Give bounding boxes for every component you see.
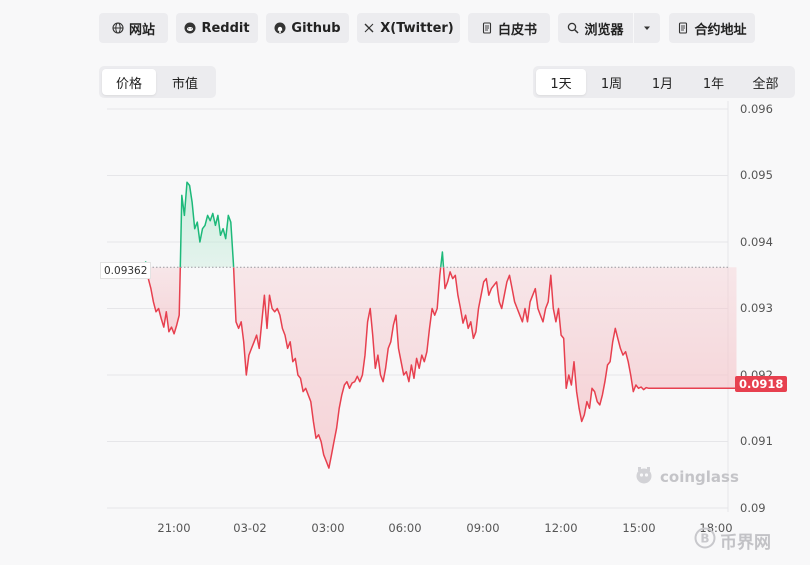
x-tick-label: 06:00 bbox=[388, 521, 422, 535]
y-tick-label: 0.091 bbox=[740, 434, 773, 448]
coinglass-watermark: coinglass bbox=[634, 465, 739, 489]
x-tick-label: 09:00 bbox=[466, 521, 500, 535]
current-price-label: 0.0918 bbox=[735, 376, 788, 392]
x-tick-label: 03-02 bbox=[233, 521, 267, 535]
site-text: 币界网 bbox=[720, 533, 771, 553]
svg-text:B: B bbox=[700, 532, 709, 546]
coinglass-text: coinglass bbox=[660, 468, 739, 486]
y-tick-label: 0.095 bbox=[740, 168, 773, 182]
coinglass-logo-icon bbox=[634, 465, 654, 489]
site-logo-icon: B bbox=[694, 527, 716, 554]
site-watermark: B 币界网 bbox=[694, 527, 771, 554]
x-tick-label: 21:00 bbox=[157, 521, 191, 535]
y-tick-label: 0.094 bbox=[740, 235, 773, 249]
x-tick-label: 12:00 bbox=[544, 521, 578, 535]
area-above-reference bbox=[180, 182, 234, 268]
x-tick-label: 03:00 bbox=[311, 521, 345, 535]
y-tick-label: 0.096 bbox=[740, 102, 773, 116]
y-tick-label: 0.093 bbox=[740, 301, 773, 315]
y-tick-label: 0.09 bbox=[740, 501, 766, 515]
reference-price-label: 0.09362 bbox=[100, 262, 152, 279]
x-tick-label: 15:00 bbox=[622, 521, 656, 535]
